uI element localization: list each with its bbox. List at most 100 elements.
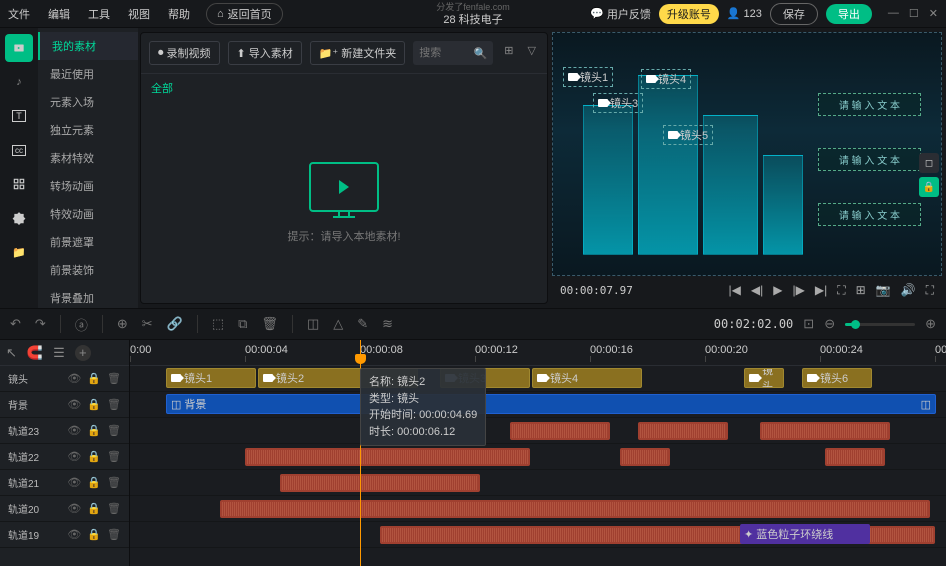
tab-all[interactable]: 全部 xyxy=(151,83,173,95)
add-track-icon[interactable]: + xyxy=(75,345,91,361)
track-delete-icon[interactable]: 🗑 xyxy=(107,398,121,411)
close-icon[interactable]: ✕ xyxy=(929,7,938,20)
track-delete-icon[interactable]: 🗑 xyxy=(107,502,121,515)
record-button[interactable]: ⏺录制视频 xyxy=(149,41,220,65)
bg-clip[interactable]: ◫背景◫ xyxy=(166,394,936,414)
lock-icon[interactable]: 🔒 xyxy=(87,476,101,489)
grid-view-icon[interactable]: ⊞ xyxy=(501,41,516,65)
zoom-slider[interactable] xyxy=(845,323,915,326)
track-delete-icon[interactable]: 🗑 xyxy=(107,476,121,489)
visibility-icon[interactable]: 👁 xyxy=(67,450,81,463)
lock-icon[interactable]: 🔒 xyxy=(87,398,101,411)
upgrade-button[interactable]: 升级账号 xyxy=(659,4,719,24)
link-icon[interactable]: 🔗 xyxy=(167,316,183,332)
category-item[interactable]: 元素入场 xyxy=(38,88,138,116)
newfolder-button[interactable]: 📁⁺新建文件夹 xyxy=(310,41,406,65)
split-icon[interactable]: ✂ xyxy=(142,316,153,332)
audio-clip[interactable] xyxy=(620,448,670,466)
marker-shot3[interactable]: 镜头3 xyxy=(593,93,643,113)
text-placeholder-3[interactable]: 请 输 入 文 本 xyxy=(818,203,921,226)
visibility-icon[interactable]: 👁 xyxy=(67,372,81,385)
visibility-icon[interactable]: 👁 xyxy=(67,424,81,437)
side-crop-icon[interactable]: ◻ xyxy=(919,153,939,173)
menu-edit[interactable]: 编辑 xyxy=(48,6,70,22)
track-delete-icon[interactable]: 🗑 xyxy=(107,528,121,541)
track-delete-icon[interactable]: 🗑 xyxy=(107,450,121,463)
mask-icon[interactable]: ◫ xyxy=(307,316,319,332)
fullscreen-icon[interactable]: ⛶ xyxy=(926,283,934,298)
user-button[interactable]: 👤 123 xyxy=(727,7,762,20)
export-clip-icon[interactable]: △ xyxy=(333,316,343,332)
track-row[interactable] xyxy=(130,496,946,522)
audio-clip[interactable] xyxy=(638,422,728,440)
category-item[interactable]: 前景装饰 xyxy=(38,256,138,284)
nav-plugin-icon[interactable] xyxy=(5,204,33,232)
filter-icon[interactable]: ▽ xyxy=(524,41,538,65)
category-item[interactable]: 我的素材 xyxy=(38,32,138,60)
menu-view[interactable]: 视图 xyxy=(128,6,150,22)
audio-clip[interactable] xyxy=(280,474,480,492)
track-delete-icon[interactable]: 🗑 xyxy=(107,424,121,437)
visibility-icon[interactable]: 👁 xyxy=(67,398,81,411)
play-icon[interactable]: ▶ xyxy=(773,283,782,297)
category-item[interactable]: 转场动画 xyxy=(38,172,138,200)
category-item[interactable]: 独立元素 xyxy=(38,116,138,144)
snapshot-icon[interactable]: 📷 xyxy=(876,283,891,297)
menu-tools[interactable]: 工具 xyxy=(88,6,110,22)
lock-icon[interactable]: 🔒 xyxy=(87,502,101,515)
nav-media-icon[interactable] xyxy=(5,34,33,62)
step-back-icon[interactable]: ◀| xyxy=(751,283,763,297)
grid-icon[interactable]: ⊞ xyxy=(856,283,866,297)
track-delete-icon[interactable]: 🗑 xyxy=(107,372,121,385)
fit-icon[interactable]: ⊡ xyxy=(803,316,814,332)
export-button[interactable]: 导出 xyxy=(826,4,872,24)
visibility-icon[interactable]: 👁 xyxy=(67,528,81,541)
track-row[interactable]: ✦蓝色粒子环绕线 xyxy=(130,522,946,548)
shot-clip[interactable]: 镜头 xyxy=(744,368,784,388)
marker-shot1[interactable]: 镜头1 xyxy=(563,67,613,87)
nav-audio-icon[interactable]: ♪ xyxy=(5,68,33,96)
search-input[interactable] xyxy=(419,47,470,59)
lock-icon[interactable]: 🔒 xyxy=(87,424,101,437)
audio-clip[interactable] xyxy=(245,448,530,466)
import-button[interactable]: ⬆导入素材 xyxy=(228,41,302,65)
feedback-link[interactable]: 💬 用户反馈 xyxy=(590,6,651,22)
nav-effect-icon[interactable] xyxy=(5,170,33,198)
side-lock-icon[interactable]: 🔒 xyxy=(919,177,939,197)
category-item[interactable]: 素材特效 xyxy=(38,144,138,172)
audio-clip[interactable] xyxy=(510,422,610,440)
lock-icon[interactable]: 🔒 xyxy=(87,450,101,463)
nav-folder-icon[interactable]: 📁 xyxy=(5,238,33,266)
volume-icon[interactable]: 🔊 xyxy=(901,283,916,297)
zoom-out-icon[interactable]: ⊖ xyxy=(824,316,835,332)
track-row[interactable] xyxy=(130,444,946,470)
menu-help[interactable]: 帮助 xyxy=(168,6,190,22)
audio-clip[interactable] xyxy=(825,448,885,466)
next-shot-icon[interactable]: ▶| xyxy=(815,283,827,297)
track-row[interactable]: 镜头1镜头2镜头3镜头4镜头镜头6 xyxy=(130,366,946,392)
select-tool-icon[interactable]: ↖ xyxy=(6,345,17,361)
shot-clip[interactable]: 镜头4 xyxy=(532,368,642,388)
nav-text-icon[interactable]: T xyxy=(5,102,33,130)
track-options-icon[interactable]: ☰ xyxy=(53,345,65,361)
preview-viewport[interactable]: 镜头1 镜头3 镜头4 镜头5 请 输 入 文 本 请 输 入 文 本 请 输 … xyxy=(552,32,942,276)
copy-icon[interactable]: ⧉ xyxy=(238,316,247,332)
category-item[interactable]: 前景遮罩 xyxy=(38,228,138,256)
layers-icon[interactable]: ≋ xyxy=(382,316,393,332)
search-input-wrap[interactable]: 🔍 xyxy=(413,41,493,65)
category-item[interactable]: 背景叠加 xyxy=(38,284,138,312)
visibility-icon[interactable]: 👁 xyxy=(67,476,81,489)
delete-icon[interactable]: 🗑 xyxy=(261,316,278,332)
redo-icon[interactable]: ↷ xyxy=(35,316,46,332)
minimize-icon[interactable]: — xyxy=(888,7,899,20)
marker-shot5[interactable]: 镜头5 xyxy=(663,125,713,145)
shot-clip[interactable]: 镜头6 xyxy=(802,368,872,388)
undo-icon[interactable]: ↶ xyxy=(10,316,21,332)
track-row[interactable]: ◫背景◫ xyxy=(130,392,946,418)
maximize-icon[interactable]: ☐ xyxy=(909,7,919,20)
nav-caption-icon[interactable]: cc xyxy=(5,136,33,164)
track-row[interactable] xyxy=(130,418,946,444)
menu-file[interactable]: 文件 xyxy=(8,6,30,22)
visibility-icon[interactable]: 👁 xyxy=(67,502,81,515)
audio-clip[interactable] xyxy=(220,500,930,518)
